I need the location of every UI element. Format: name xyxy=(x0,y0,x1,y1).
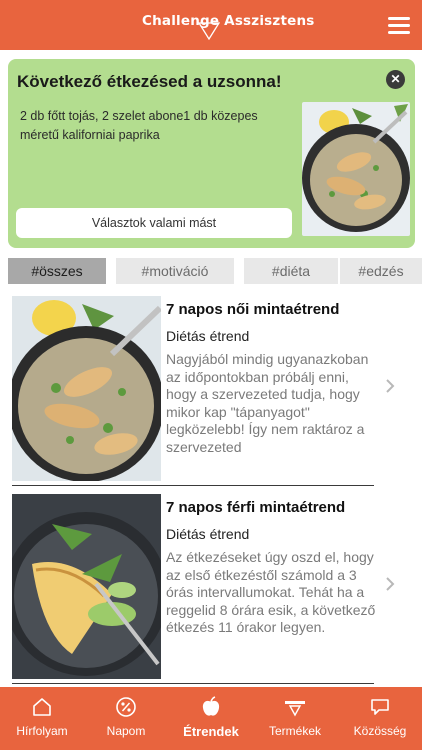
article-item[interactable]: 7 napos férfi mintaétrend Diétás étrend … xyxy=(0,494,422,684)
chevron-right-icon xyxy=(386,379,395,393)
tag-workout[interactable]: #edzés xyxy=(340,258,422,284)
list-divider xyxy=(12,485,374,486)
nav-label: Napom xyxy=(106,724,146,738)
article-item[interactable]: 7 napos női mintaétrend Diétás étrend Na… xyxy=(0,296,422,486)
tag-diet[interactable]: #diéta xyxy=(244,258,338,284)
nav-tab-meal-plans[interactable]: Étrendek xyxy=(169,687,253,750)
article-subtitle: Diétás étrend xyxy=(166,328,250,344)
hamburger-menu-icon[interactable] xyxy=(388,17,410,35)
next-meal-description: 2 db főtt tojás, 2 szelet abone1 db köze… xyxy=(20,109,258,142)
article-excerpt: Az étkezéseket úgy oszd el, hogy az első… xyxy=(166,549,376,635)
nav-label: Közösség xyxy=(353,724,407,738)
list-divider xyxy=(12,683,374,684)
tag-all[interactable]: #összes xyxy=(8,258,106,284)
article-photo xyxy=(12,296,161,481)
apple-icon xyxy=(202,696,220,716)
percent-icon xyxy=(116,697,136,717)
nav-label: Hírfolyam xyxy=(16,724,68,738)
bottom-navigation: Hírfolyam Napom Étrendek Termékek Közöss… xyxy=(0,687,422,750)
tag-filter-bar: #összes #motiváció #diéta #edzés xyxy=(8,258,422,284)
article-excerpt: Nagyjából mindig ugyanazkoban az időpont… xyxy=(166,351,369,455)
tag-motivation[interactable]: #motiváció xyxy=(116,258,234,284)
top-app-bar: Challenge Asszisztens xyxy=(0,0,422,50)
app-root: Challenge Asszisztens Következő étkezése… xyxy=(0,0,422,750)
article-title: 7 napos férfi mintaétrend xyxy=(166,499,346,516)
close-icon[interactable]: ✕ xyxy=(386,70,405,89)
article-title: 7 napos női mintaétrend xyxy=(166,301,340,318)
nav-tab-products[interactable]: Termékek xyxy=(253,687,337,750)
nav-tab-my-day[interactable]: Napom xyxy=(84,687,168,750)
app-logo: Challenge Asszisztens xyxy=(142,13,315,29)
nav-label: Étrendek xyxy=(183,724,239,739)
nav-tab-feed[interactable]: Hírfolyam xyxy=(0,687,84,750)
chevron-right-icon xyxy=(386,577,395,591)
nav-tab-community[interactable]: Közösség xyxy=(338,687,422,750)
logo-triangle-icon xyxy=(198,22,220,40)
challenge-logo-icon xyxy=(285,701,305,717)
choose-other-button[interactable]: Választok valami mást xyxy=(16,208,292,238)
next-meal-card: Következő étkezésed a uzsonna! ✕ 2 db fő… xyxy=(8,59,415,248)
next-meal-title: Következő étkezésed a uzsonna! xyxy=(17,72,282,91)
nav-label: Termékek xyxy=(268,724,321,738)
article-subtitle: Diétás étrend xyxy=(166,526,250,542)
home-icon xyxy=(33,698,51,716)
meal-photo xyxy=(302,102,410,236)
article-photo xyxy=(12,494,161,679)
chat-bubble-icon xyxy=(371,699,389,715)
